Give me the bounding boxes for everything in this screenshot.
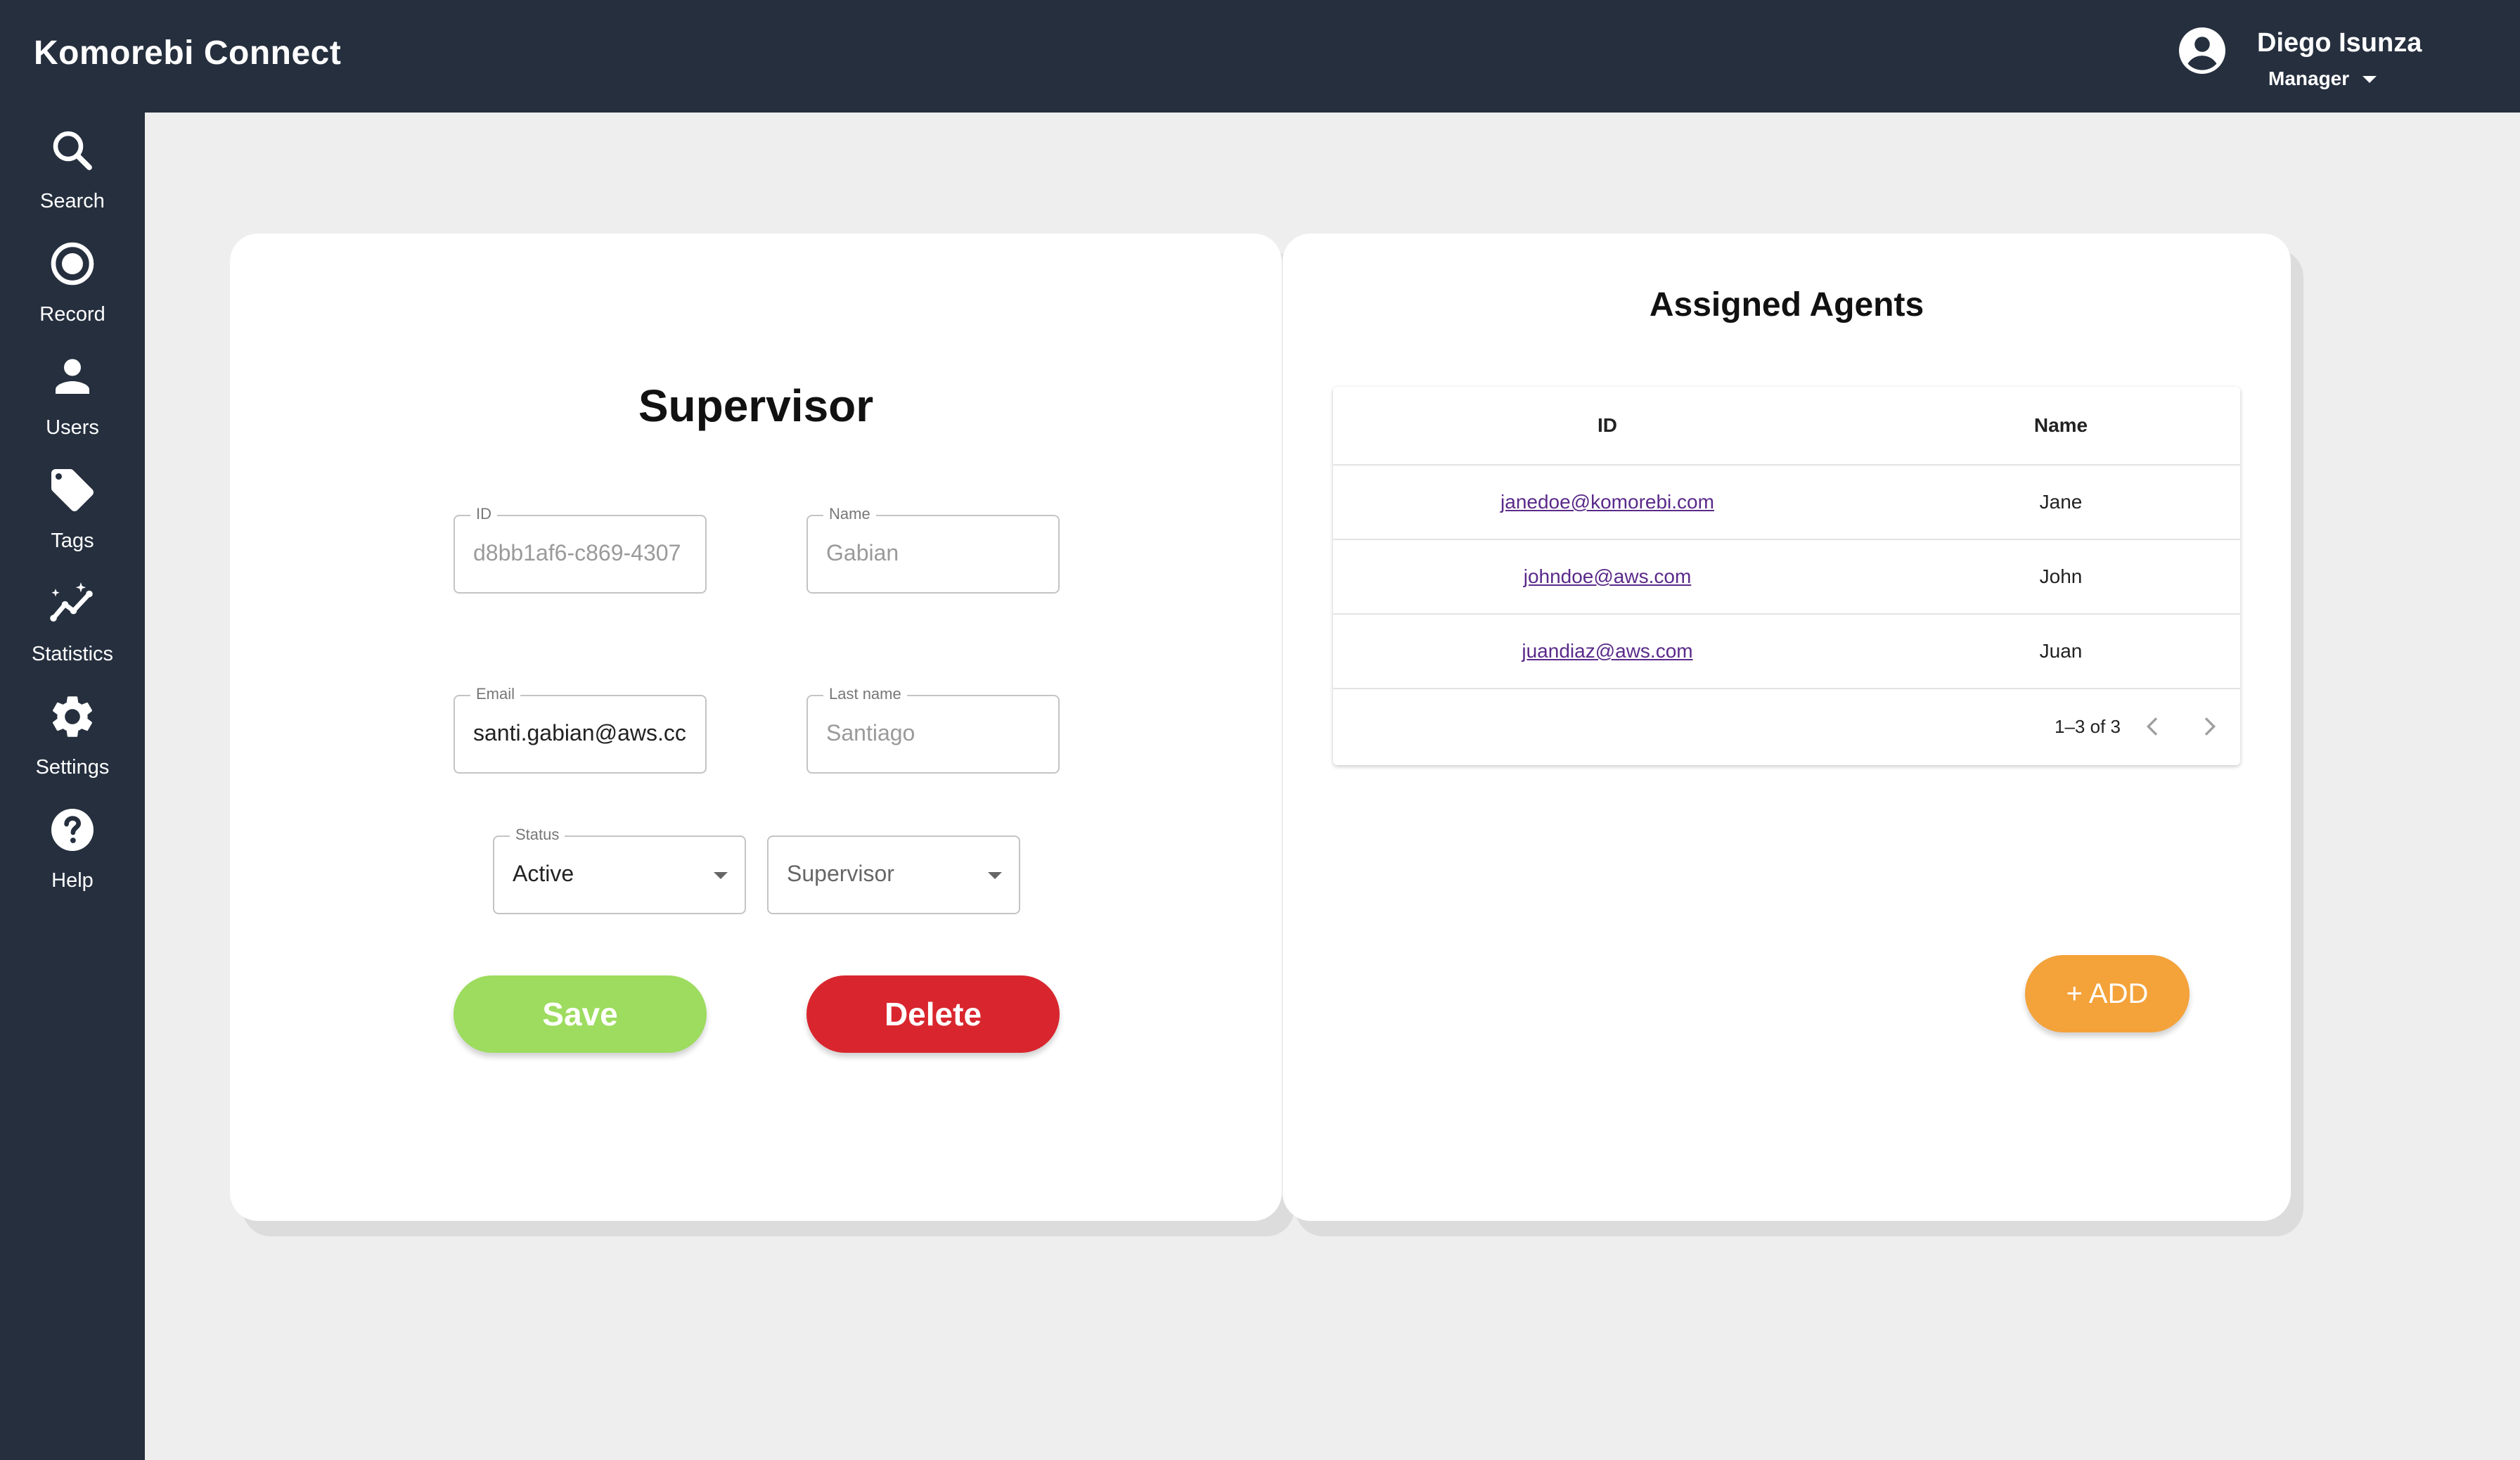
search-icon: [53, 131, 92, 170]
delete-button[interactable]: Delete: [806, 975, 1060, 1053]
last-name-field-label: Last name: [823, 685, 907, 703]
status-select[interactable]: Status Active: [493, 826, 746, 914]
table-row[interactable]: juandiaz@aws.com Juan: [1333, 615, 2240, 689]
email-field-value[interactable]: santi.gabian@aws.cc: [473, 720, 691, 746]
sidebar-item-label: Search: [40, 190, 105, 212]
user-menu[interactable]: Diego Isunza Manager: [2177, 25, 2422, 96]
id-field-label: ID: [470, 505, 497, 523]
cell-id: johndoe@aws.com: [1333, 540, 1882, 613]
agent-email-link[interactable]: johndoe@aws.com: [1524, 565, 1692, 588]
tag-icon: [51, 469, 94, 511]
assigned-agents-card: Assigned Agents ID Name janedoe@komorebi…: [1282, 233, 2291, 1221]
account-circle-icon[interactable]: [2177, 25, 2228, 76]
app-title: Komorebi Connect: [34, 34, 342, 72]
chevron-right-icon[interactable]: [2195, 712, 2223, 741]
sidebar-item-settings[interactable]: Settings: [0, 687, 145, 793]
last-name-field[interactable]: Last name Santiago: [806, 685, 1060, 774]
sidebar-item-label: Settings: [35, 756, 110, 779]
email-field-label: Email: [470, 685, 521, 703]
status-select-value[interactable]: Active: [513, 861, 731, 887]
user-role[interactable]: Manager: [2268, 68, 2349, 90]
role-select-value[interactable]: Supervisor: [787, 861, 1005, 887]
gear-icon: [52, 696, 93, 737]
sidebar-item-label: Tags: [51, 530, 94, 552]
sidebar-item-label: Users: [46, 416, 99, 439]
sidebar-item-label: Help: [51, 869, 94, 892]
sidebar-item-record[interactable]: Record: [0, 234, 145, 340]
sidebar-item-help[interactable]: Help: [0, 800, 145, 906]
help-icon: [51, 809, 94, 851]
cell-name: Jane: [2039, 491, 2083, 513]
top-bar: Komorebi Connect Diego Isunza Manager: [0, 0, 2520, 113]
sidebar-item-tags[interactable]: Tags: [0, 461, 145, 566]
email-field[interactable]: Email santi.gabian@aws.cc: [454, 685, 707, 774]
pagination-range: 1–3 of 3: [2055, 716, 2121, 737]
cell-name: Juan: [2039, 640, 2083, 662]
name-field-value[interactable]: Gabian: [826, 540, 1044, 566]
chevron-down-icon[interactable]: [714, 872, 728, 879]
id-field[interactable]: ID d8bb1af6-c869-4307: [454, 505, 707, 594]
sidebar-item-search[interactable]: Search: [0, 121, 145, 226]
chevron-left-icon[interactable]: [2139, 712, 2167, 741]
supervisor-card: Supervisor ID d8bb1af6-c869-4307 Name Ga…: [230, 233, 1282, 1221]
column-header-id[interactable]: ID: [1333, 387, 1882, 464]
statistics-icon: [50, 582, 93, 622]
sidebar-item-label: Record: [39, 303, 105, 326]
table-row[interactable]: janedoe@komorebi.com Jane: [1333, 466, 2240, 540]
sidebar-item-statistics[interactable]: Statistics: [0, 574, 145, 679]
cell-id: juandiaz@aws.com: [1333, 615, 1882, 688]
table-row[interactable]: johndoe@aws.com John: [1333, 540, 2240, 615]
sidebar-item-label: Statistics: [31, 643, 114, 665]
user-name: Diego Isunza: [2257, 28, 2422, 58]
status-select-label: Status: [510, 826, 565, 844]
name-field[interactable]: Name Gabian: [806, 505, 1060, 594]
chevron-down-icon[interactable]: [2362, 76, 2377, 83]
id-field-value[interactable]: d8bb1af6-c869-4307: [473, 540, 691, 566]
sidebar-item-users[interactable]: Users: [0, 347, 145, 453]
save-button[interactable]: Save: [454, 975, 707, 1053]
record-icon: [51, 242, 94, 286]
name-field-label: Name: [823, 505, 876, 523]
sidebar: Search Record Users Tags Statistics Sett…: [0, 113, 145, 1460]
agents-table: ID Name janedoe@komorebi.com Jane johndo…: [1333, 387, 2240, 765]
person-icon: [56, 359, 89, 394]
add-agent-button[interactable]: + ADD: [2025, 955, 2190, 1032]
supervisor-title: Supervisor: [638, 380, 874, 431]
chevron-down-icon[interactable]: [988, 872, 1002, 879]
column-header-name[interactable]: Name: [1882, 387, 2240, 464]
table-pagination: 1–3 of 3: [1333, 689, 2240, 764]
agent-email-link[interactable]: janedoe@komorebi.com: [1500, 491, 1714, 513]
cell-name: John: [2039, 565, 2083, 587]
table-header: ID Name: [1333, 387, 2240, 466]
agent-email-link[interactable]: juandiaz@aws.com: [1522, 640, 1692, 662]
assigned-agents-title: Assigned Agents: [1649, 286, 1924, 324]
cell-id: janedoe@komorebi.com: [1333, 466, 1882, 539]
role-select[interactable]: Supervisor: [767, 835, 1020, 914]
last-name-field-value[interactable]: Santiago: [826, 720, 1044, 746]
